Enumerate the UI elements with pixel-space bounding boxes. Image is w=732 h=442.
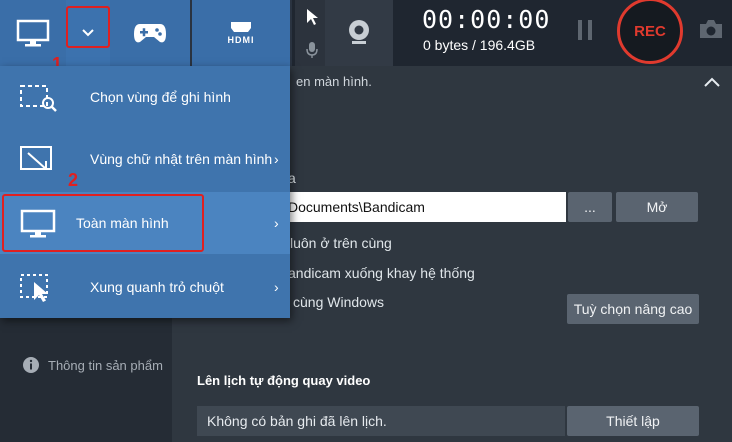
menu-item-select-area[interactable]: Chọn vùng để ghi hình [0,66,290,128]
hdmi-mode-button[interactable]: HDMI [192,0,290,66]
info-icon [23,357,39,373]
cursor-icon[interactable] [304,8,320,26]
rectangle-area-icon [20,146,52,170]
annotation-step-2: 2 [68,170,79,190]
menu-item-rectangle-area[interactable]: Vùng chữ nhật trên màn hình › [0,128,290,190]
submenu-arrow: › [274,215,279,231]
browse-button[interactable]: ... [568,192,612,222]
pause-button[interactable] [575,16,595,49]
screenshot-button[interactable] [698,18,724,45]
storage-readout: 0 bytes / 196.4GB [423,37,536,53]
record-button[interactable]: REC [617,0,683,64]
menu-item-label: Chọn vùng để ghi hình [90,89,231,105]
cursor-mic-toggles [295,0,329,66]
submenu-arrow: › [274,151,279,167]
annotation-box-2 [2,194,204,252]
collapse-button[interactable] [704,74,720,92]
around-cursor-icon [20,274,48,302]
schedule-settings-button[interactable]: Thiết lập [567,406,699,436]
left-sidebar [0,318,172,442]
game-mode-button[interactable] [110,0,190,66]
menu-item-around-cursor[interactable]: Xung quanh trỏ chuột › [0,256,290,318]
open-folder-button[interactable]: Mở [616,192,698,222]
record-label: REC [634,22,666,40]
menu-item-label: Xung quanh trỏ chuột [90,279,224,295]
chevron-up-icon [704,77,720,87]
pause-icon [578,20,592,40]
microphone-icon[interactable] [305,41,319,59]
panel-title: en màn hình. [296,74,372,89]
webcam-button[interactable] [325,0,393,66]
hdmi-icon: HDMI [228,21,255,45]
option-start-with-windows[interactable]: cùng Windows [293,294,384,310]
monitor-icon [16,19,50,47]
menu-item-label: Vùng chữ nhật trên màn hình [90,151,273,167]
option-always-on-top[interactable]: luôn ở trên cùng [290,235,392,251]
product-info-label: Thông tin sản phẩm [48,357,163,373]
hdmi-label: HDMI [227,35,255,45]
annotation-box-1 [66,6,110,48]
recording-timer: 00:00:00 [422,5,551,34]
schedule-status-field: Không có bản ghi đã lên lịch. [197,406,565,436]
option-minimize-to-tray[interactable]: andicam xuống khay hệ thống [288,265,475,281]
select-area-icon [20,85,57,112]
submenu-arrow: › [274,279,279,295]
camera-icon [700,20,722,38]
advanced-options-button[interactable]: Tuỳ chọn nâng cao [567,294,699,324]
gamepad-icon [134,24,166,43]
product-info-link[interactable]: Thông tin sản phẩm [22,356,163,374]
output-folder-field[interactable]: Documents\Bandicam [282,192,566,222]
webcam-icon [349,20,369,44]
schedule-section-title: Lên lịch tự động quay video [197,373,371,388]
